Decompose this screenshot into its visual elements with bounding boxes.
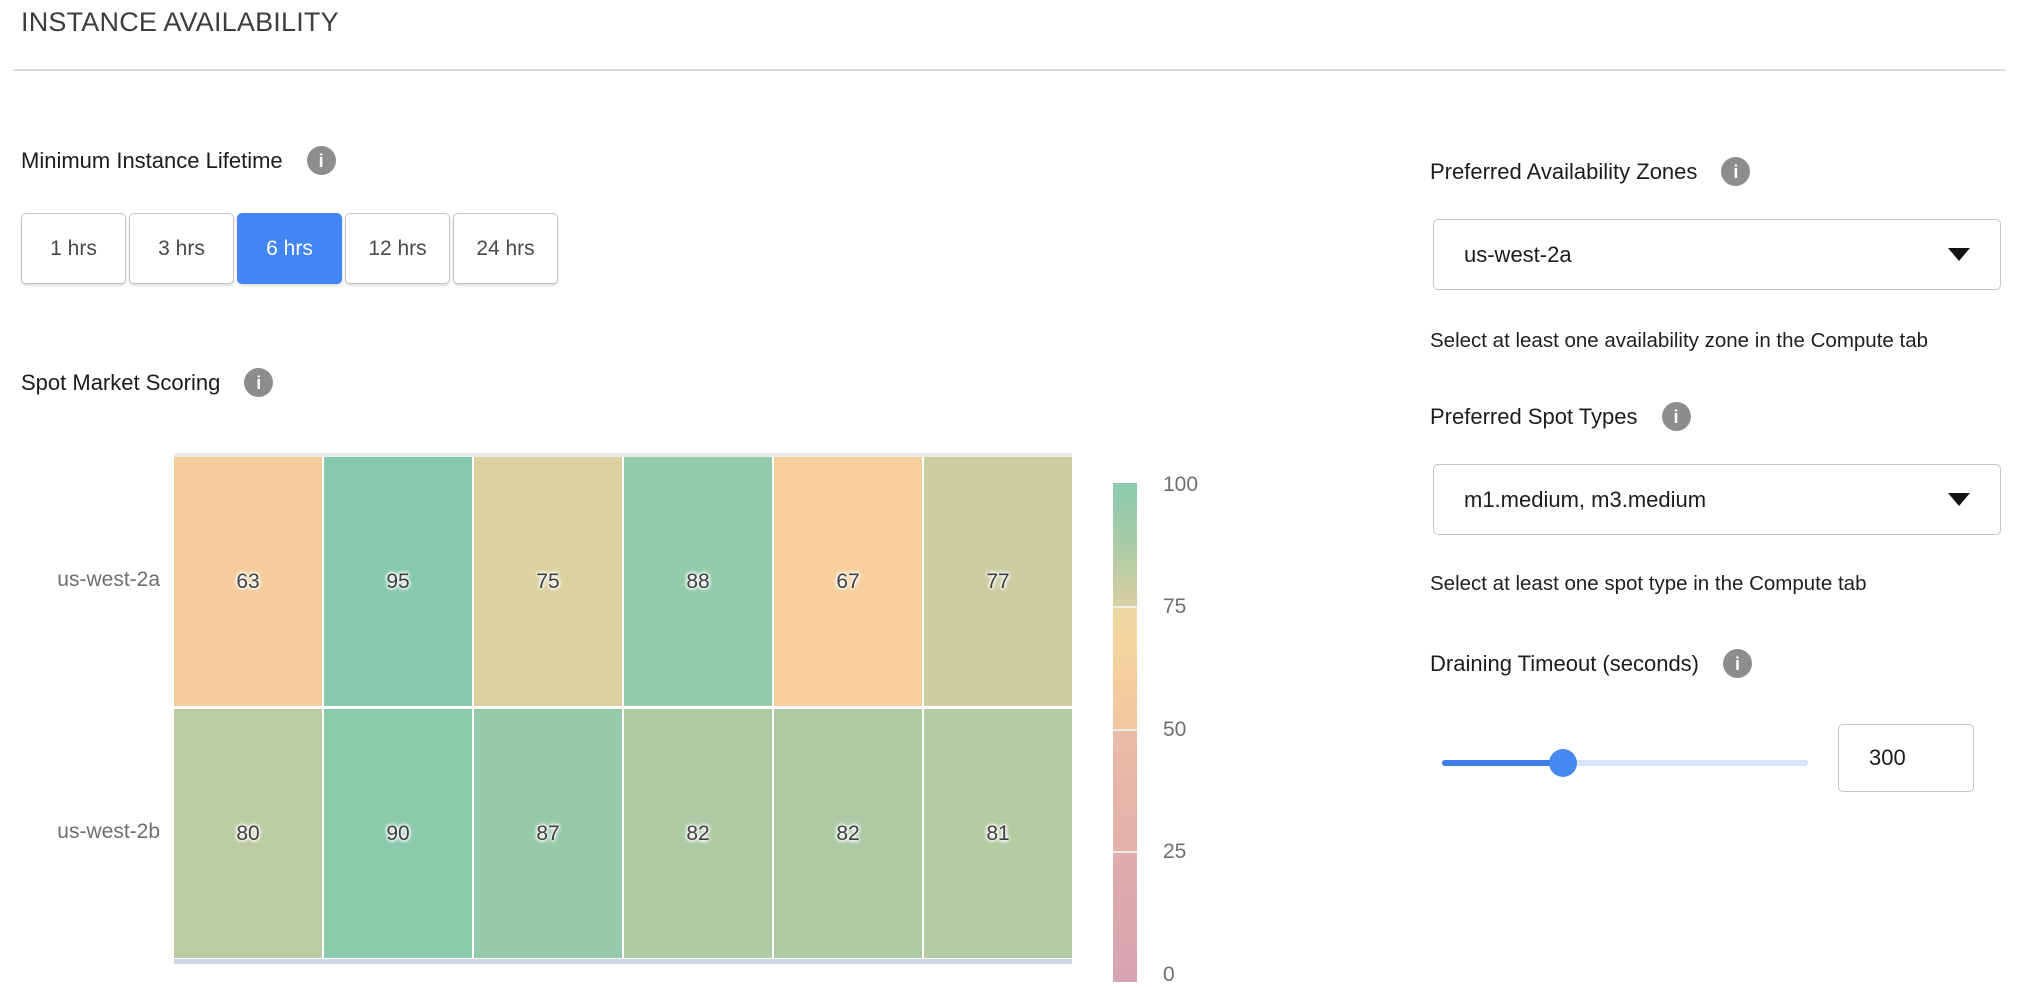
heatmap-cell: 81	[924, 709, 1072, 958]
chevron-down-icon	[1948, 248, 1970, 261]
heatmap-cell: 63	[174, 457, 322, 706]
lifetime-option-6-hrs[interactable]: 6 hrs	[237, 213, 342, 284]
lifetime-option-12-hrs[interactable]: 12 hrs	[345, 213, 450, 284]
colorbar-segment-line	[1113, 851, 1137, 853]
minimum-instance-lifetime-label: Minimum Instance Lifetime	[21, 148, 283, 174]
info-icon[interactable]: i	[1723, 649, 1752, 678]
heatmap-cell: 77	[924, 457, 1072, 706]
info-icon[interactable]: i	[307, 146, 336, 175]
info-icon[interactable]: i	[244, 368, 273, 397]
heatmap-cell: 82	[624, 709, 772, 958]
heatmap-cell: 88	[624, 457, 772, 706]
page-title: INSTANCE AVAILABILITY	[21, 7, 339, 38]
chevron-down-icon	[1948, 493, 1970, 506]
colorbar-tick-label: 50	[1163, 718, 1186, 742]
draining-timeout-label: Draining Timeout (seconds)	[1430, 651, 1699, 677]
spot-market-scoring-section: Spot Market Scoring i	[21, 368, 273, 397]
availability-zones-helper-text: Select at least one availability zone in…	[1430, 329, 1928, 353]
colorbar-tick-label: 75	[1163, 595, 1186, 619]
lifetime-option-24-hrs[interactable]: 24 hrs	[453, 213, 558, 284]
spot-types-select[interactable]: m1.medium, m3.medium	[1433, 464, 2001, 535]
info-icon[interactable]: i	[1721, 157, 1750, 186]
preferred-spot-types-section: Preferred Spot Types i	[1430, 402, 1691, 431]
header-divider	[13, 69, 2005, 71]
preferred-spot-types-label: Preferred Spot Types	[1430, 404, 1638, 430]
heatmap-cell: 90	[324, 709, 472, 958]
heatmap-cell: 87	[474, 709, 622, 958]
colorbar-tick-label: 0	[1163, 963, 1175, 987]
heatmap-cell: 75	[474, 457, 622, 706]
heatmap-row-label: us-west-2b	[28, 820, 160, 844]
spot-types-helper-text: Select at least one spot type in the Com…	[1430, 572, 1866, 596]
heatmap-colorbar	[1113, 483, 1137, 982]
draining-timeout-input[interactable]	[1838, 724, 1974, 792]
heatmap-cell: 82	[774, 709, 922, 958]
heatmap-row-label: us-west-2a	[28, 568, 160, 592]
slider-thumb[interactable]	[1549, 749, 1577, 777]
draining-timeout-slider[interactable]	[1442, 749, 1808, 777]
spot-types-value: m1.medium, m3.medium	[1464, 487, 1706, 513]
lifetime-button-group: 1 hrs3 hrs6 hrs12 hrs24 hrs	[21, 213, 558, 284]
draining-timeout-section: Draining Timeout (seconds) i	[1430, 649, 1752, 678]
colorbar-segment-line	[1113, 729, 1137, 731]
lifetime-option-3-hrs[interactable]: 3 hrs	[129, 213, 234, 284]
minimum-instance-lifetime-section: Minimum Instance Lifetime i	[21, 146, 336, 175]
heatmap-cell: 80	[174, 709, 322, 958]
preferred-availability-zones-label: Preferred Availability Zones	[1430, 159, 1697, 185]
colorbar-segment-line	[1113, 606, 1137, 608]
availability-zones-value: us-west-2a	[1464, 242, 1572, 268]
lifetime-option-1-hrs[interactable]: 1 hrs	[21, 213, 126, 284]
colorbar-tick-label: 100	[1163, 473, 1198, 497]
colorbar-tick-label: 25	[1163, 840, 1186, 864]
heatmap-cell: 67	[774, 457, 922, 706]
slider-fill	[1442, 760, 1563, 766]
preferred-availability-zones-section: Preferred Availability Zones i	[1430, 157, 1750, 186]
heatmap-bottom-axis	[174, 959, 1072, 964]
heatmap-cell: 95	[324, 457, 472, 706]
heatmap: 639575886777809087828281	[174, 457, 1072, 958]
availability-zones-select[interactable]: us-west-2a	[1433, 219, 2001, 290]
info-icon[interactable]: i	[1662, 402, 1691, 431]
spot-market-scoring-label: Spot Market Scoring	[21, 370, 220, 396]
